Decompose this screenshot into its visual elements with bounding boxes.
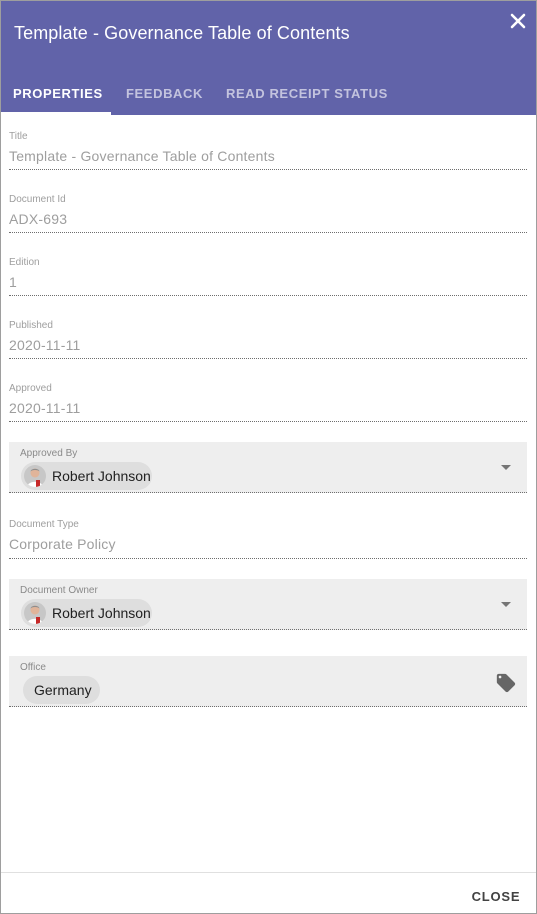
chevron-down-icon[interactable] <box>501 602 511 607</box>
published-field: Published 2020-11-11 <box>9 318 527 362</box>
dialog-header: Template - Governance Table of Contents … <box>1 1 536 115</box>
document-type-label: Document Type <box>9 519 79 530</box>
edition-field: Edition 1 <box>9 255 527 299</box>
field-underline <box>9 492 527 493</box>
tab-feedback[interactable]: FEEDBACK <box>126 73 203 115</box>
document-type-value: Corporate Policy <box>9 536 116 552</box>
document-owner-label: Document Owner <box>20 585 98 596</box>
title-field: Title Template - Governance Table of Con… <box>9 129 527 173</box>
title-label: Title <box>9 131 28 142</box>
approved-by-select[interactable]: Approved By Robert Johnson <box>9 442 527 493</box>
edition-label: Edition <box>9 257 40 268</box>
approved-by-name: Robert Johnson <box>52 468 151 484</box>
avatar <box>24 465 46 487</box>
document-id-value: ADX-693 <box>9 211 68 227</box>
document-owner-chip[interactable]: Robert Johnson <box>21 599 152 627</box>
approved-field: Approved 2020-11-11 <box>9 381 527 425</box>
field-underline <box>9 232 527 233</box>
office-chip[interactable]: Germany <box>23 676 100 704</box>
field-underline <box>9 421 527 422</box>
edition-value: 1 <box>9 274 17 290</box>
approved-by-label: Approved By <box>20 448 78 459</box>
field-underline <box>9 558 527 559</box>
close-button[interactable]: CLOSE <box>463 881 529 913</box>
document-owner-select[interactable]: Document Owner Robert Johnson <box>9 579 527 630</box>
properties-dialog: Template - Governance Table of Contents … <box>0 0 537 914</box>
field-underline <box>9 295 527 296</box>
tab-bar: PROPERTIES FEEDBACK READ RECEIPT STATUS <box>1 73 536 115</box>
active-tab-indicator <box>1 112 111 115</box>
title-value: Template - Governance Table of Contents <box>9 148 275 164</box>
footer-divider <box>1 872 536 873</box>
field-underline <box>9 358 527 359</box>
office-select[interactable]: Office Germany <box>9 656 527 707</box>
document-owner-name: Robert Johnson <box>52 605 151 621</box>
field-underline <box>9 706 527 707</box>
published-label: Published <box>9 320 53 331</box>
field-underline <box>9 169 527 170</box>
approved-value: 2020-11-11 <box>9 400 81 416</box>
tab-properties[interactable]: PROPERTIES <box>13 73 103 115</box>
tab-read-receipt-status[interactable]: READ RECEIPT STATUS <box>226 73 388 115</box>
approved-label: Approved <box>9 383 52 394</box>
document-type-field: Document Type Corporate Policy <box>9 517 527 561</box>
dialog-title: Template - Governance Table of Contents <box>14 23 350 43</box>
tag-icon[interactable] <box>495 672 517 694</box>
document-id-field: Document Id ADX-693 <box>9 192 527 236</box>
document-id-label: Document Id <box>9 194 66 205</box>
avatar <box>24 602 46 624</box>
office-name: Germany <box>34 682 92 698</box>
approved-by-chip[interactable]: Robert Johnson <box>21 462 152 490</box>
field-underline <box>9 629 527 630</box>
close-icon[interactable] <box>507 10 529 32</box>
chevron-down-icon[interactable] <box>501 465 511 470</box>
office-label: Office <box>20 662 46 673</box>
published-value: 2020-11-11 <box>9 337 81 353</box>
